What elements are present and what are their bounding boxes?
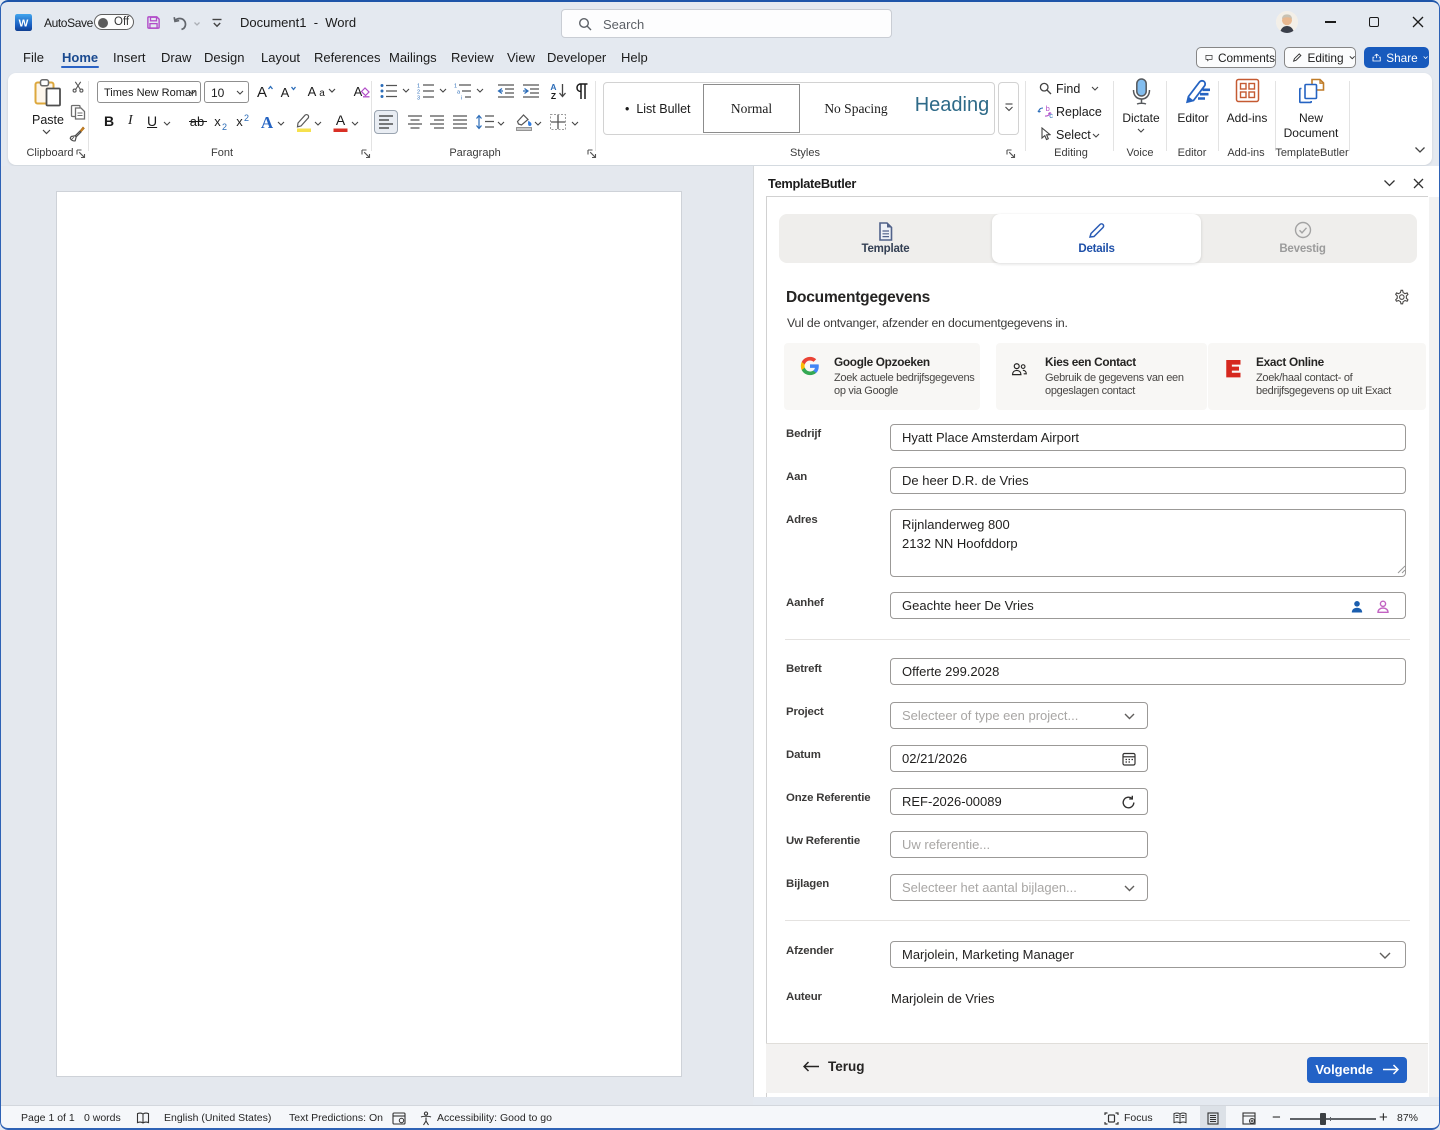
svg-text:2: 2 bbox=[222, 122, 227, 131]
svg-text:A: A bbox=[336, 112, 346, 128]
svg-text:x: x bbox=[236, 114, 243, 129]
svg-text:A: A bbox=[257, 84, 267, 100]
svg-text:W: W bbox=[19, 19, 29, 30]
svg-text:3: 3 bbox=[417, 96, 420, 101]
svg-text:c: c bbox=[1049, 111, 1053, 119]
svg-text:Z: Z bbox=[551, 91, 556, 100]
svg-text:x: x bbox=[214, 114, 221, 129]
svg-text:A: A bbox=[281, 85, 290, 100]
svg-text:A: A bbox=[261, 113, 274, 132]
svg-text:A: A bbox=[308, 84, 317, 99]
svg-text:a: a bbox=[319, 88, 325, 99]
svg-text:2: 2 bbox=[244, 113, 249, 123]
svg-text:i: i bbox=[461, 96, 462, 101]
